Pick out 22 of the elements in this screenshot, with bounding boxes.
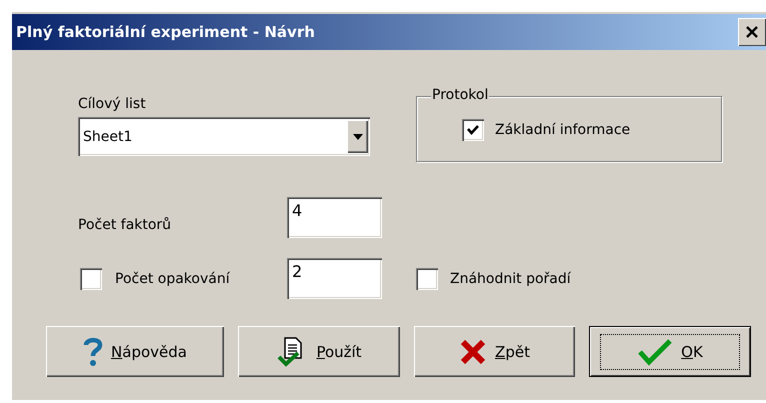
checkmark-icon bbox=[637, 338, 674, 366]
repeat-count-field[interactable]: 2 bbox=[287, 258, 382, 299]
help-button[interactable]: Nápověda bbox=[46, 326, 224, 377]
check-icon bbox=[466, 123, 480, 137]
repeat-count-label: Počet opakování bbox=[115, 270, 230, 286]
close-button[interactable] bbox=[738, 18, 766, 46]
target-sheet-label: Cílový list bbox=[78, 96, 147, 112]
close-icon bbox=[745, 25, 759, 39]
target-sheet-dropdown[interactable]: Sheet1 bbox=[78, 117, 370, 156]
apply-button[interactable]: Použít bbox=[238, 326, 400, 377]
factor-count-label: Počet faktorů bbox=[78, 216, 172, 232]
factor-count-field[interactable]: 4 bbox=[287, 197, 382, 238]
ok-button[interactable]: OK bbox=[589, 326, 751, 377]
window-title: Plný faktoriální experiment - Návrh bbox=[15, 23, 315, 41]
question-mark-icon bbox=[83, 336, 104, 366]
checkbox[interactable] bbox=[462, 119, 484, 141]
cross-icon bbox=[459, 338, 488, 366]
checkbox[interactable] bbox=[416, 268, 438, 290]
randomize-label: Znáhodnit pořadí bbox=[450, 270, 571, 286]
cancel-button[interactable]: Zpět bbox=[414, 326, 575, 377]
checkbox-label: Základní informace bbox=[495, 122, 630, 138]
checkbox[interactable] bbox=[80, 268, 102, 290]
